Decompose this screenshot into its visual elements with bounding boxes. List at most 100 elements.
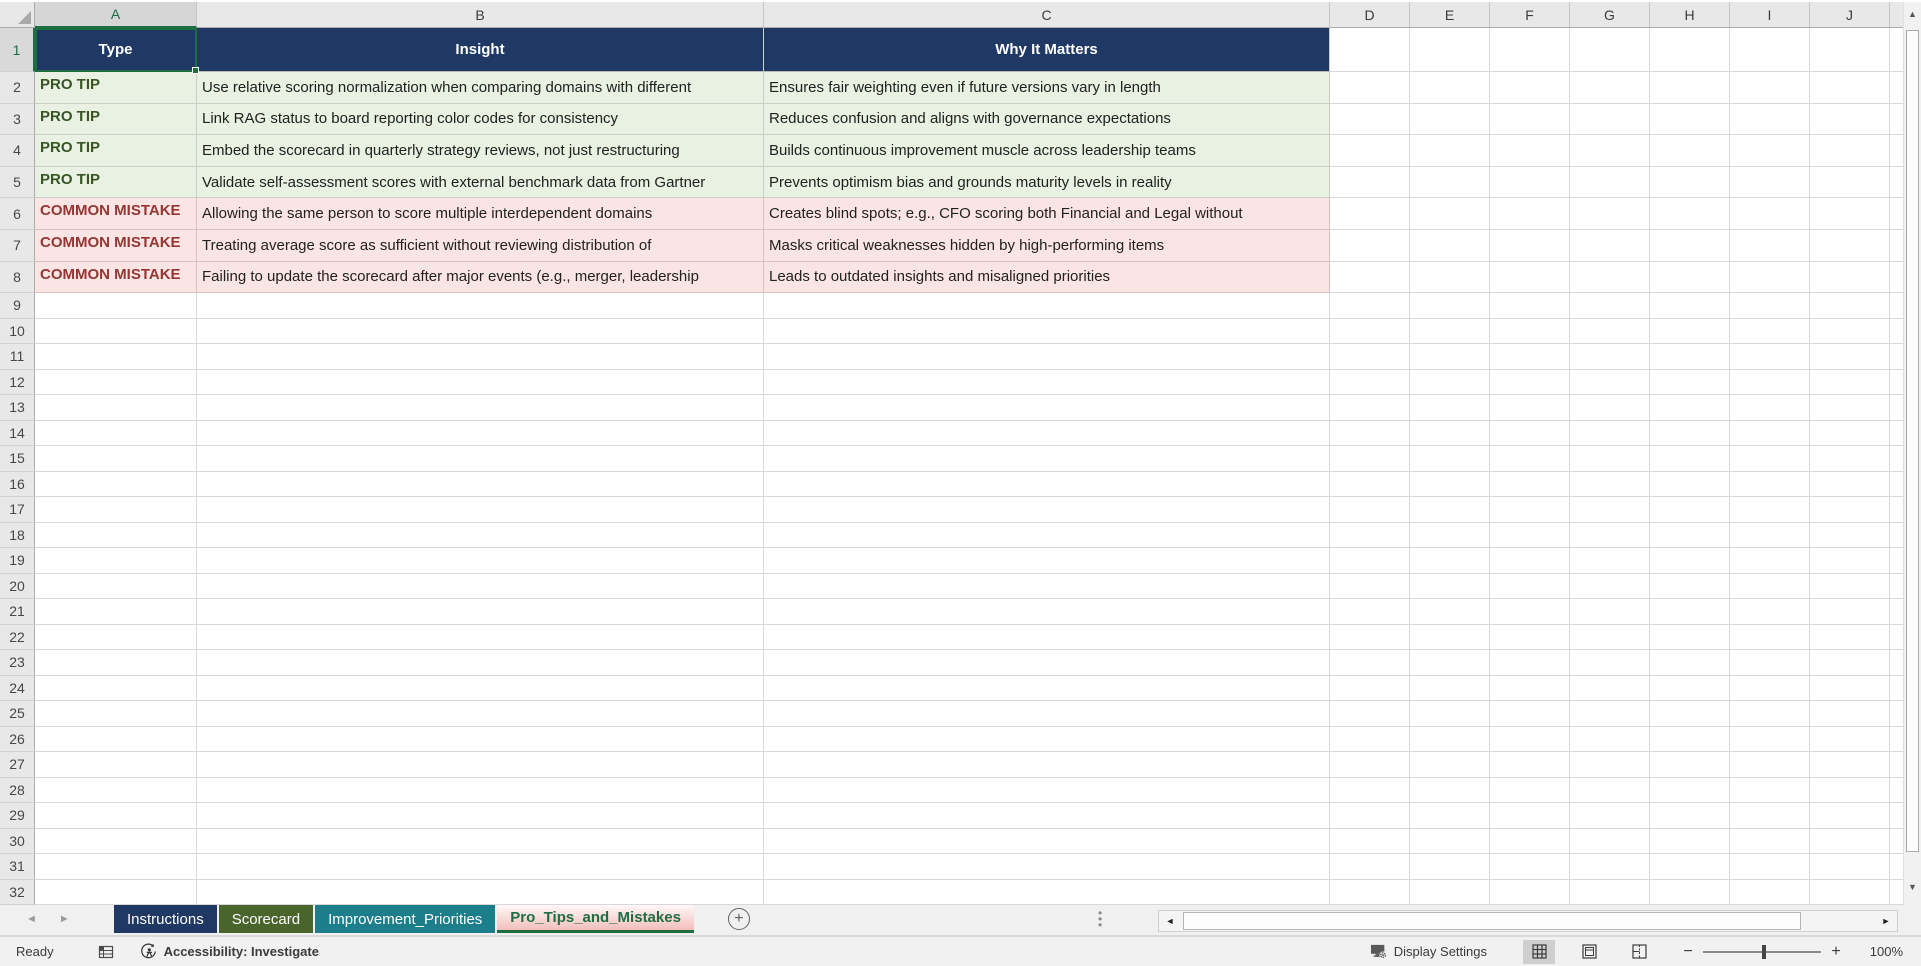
cell-A21[interactable] [35,599,197,625]
cell-G20[interactable] [1570,573,1650,600]
cell-H19[interactable] [1650,548,1730,574]
cell-I29[interactable] [1730,803,1810,829]
cell-I16[interactable] [1730,471,1810,498]
cell-B32[interactable] [197,879,764,905]
scrollbar-resize-grip[interactable]: • • • [1098,907,1102,931]
cell-B16[interactable] [197,471,764,498]
cell-E31[interactable] [1410,854,1490,880]
cell-D13[interactable] [1330,395,1410,421]
row-header-15[interactable]: 15 [0,446,35,472]
cell-H3[interactable] [1650,103,1730,136]
cell-G19[interactable] [1570,548,1650,574]
cell-B31[interactable] [197,854,764,880]
cell-I27[interactable] [1730,752,1810,778]
cell-A26[interactable] [35,726,197,753]
cell-G16[interactable] [1570,471,1650,498]
cell-C4[interactable]: Builds continuous improvement muscle acr… [764,135,1330,167]
cell-C5[interactable]: Prevents optimism bias and grounds matur… [764,166,1330,199]
cell-D10[interactable] [1330,318,1410,345]
cell-J13[interactable] [1810,395,1890,421]
sheet-tab-instructions[interactable]: Instructions [114,905,217,933]
cell-A20[interactable] [35,573,197,600]
cell-A16[interactable] [35,471,197,498]
cell-E18[interactable] [1410,522,1490,549]
row-header-28[interactable]: 28 [0,777,35,804]
cell-F27[interactable] [1490,752,1570,778]
cell-H10[interactable] [1650,318,1730,345]
cell-J18[interactable] [1810,522,1890,549]
cell-J2[interactable] [1810,72,1890,104]
cell-A32[interactable] [35,879,197,905]
cell-F15[interactable] [1490,446,1570,472]
tab-scroll-left-icon[interactable]: ◄ [26,913,37,925]
cell-B7[interactable]: Treating average score as sufficient wit… [197,229,764,262]
row-header-2[interactable]: 2 [0,72,35,104]
cell-C3[interactable]: Reduces confusion and aligns with govern… [764,103,1330,136]
cell-D14[interactable] [1330,420,1410,447]
page-break-view-button[interactable] [1623,940,1655,964]
cell-A9[interactable] [35,293,197,319]
cell-E29[interactable] [1410,803,1490,829]
cell-D18[interactable] [1330,522,1410,549]
cell-E9[interactable] [1410,293,1490,319]
cell-B9[interactable] [197,293,764,319]
row-header-22[interactable]: 22 [0,624,35,651]
cell-A11[interactable] [35,344,197,370]
cell-A19[interactable] [35,548,197,574]
cell-F16[interactable] [1490,471,1570,498]
cell-H27[interactable] [1650,752,1730,778]
cell-I28[interactable] [1730,777,1810,804]
cell-C2[interactable]: Ensures fair weighting even if future ve… [764,72,1330,104]
cell-B21[interactable] [197,599,764,625]
cell-C22[interactable] [764,624,1330,651]
cell-F28[interactable] [1490,777,1570,804]
cell-H21[interactable] [1650,599,1730,625]
cell-F32[interactable] [1490,879,1570,905]
row-header-10[interactable]: 10 [0,318,35,345]
column-header-H[interactable]: H [1650,2,1730,28]
row-header-25[interactable]: 25 [0,701,35,727]
cell-I22[interactable] [1730,624,1810,651]
cell-G27[interactable] [1570,752,1650,778]
cell-D3[interactable] [1330,103,1410,136]
cell-F10[interactable] [1490,318,1570,345]
cell-E19[interactable] [1410,548,1490,574]
cell-A17[interactable] [35,497,197,523]
cell-G9[interactable] [1570,293,1650,319]
cell-F11[interactable] [1490,344,1570,370]
row-header-16[interactable]: 16 [0,471,35,498]
cell-I24[interactable] [1730,675,1810,702]
cell-I14[interactable] [1730,420,1810,447]
cell-D21[interactable] [1330,599,1410,625]
cell-F25[interactable] [1490,701,1570,727]
cell-E7[interactable] [1410,229,1490,262]
row-header-1[interactable]: 1 [0,28,35,72]
cell-I2[interactable] [1730,72,1810,104]
cell-I11[interactable] [1730,344,1810,370]
cell-D25[interactable] [1330,701,1410,727]
cell-E22[interactable] [1410,624,1490,651]
row-header-18[interactable]: 18 [0,522,35,549]
cell-B23[interactable] [197,650,764,676]
cell-F4[interactable] [1490,135,1570,167]
cell-C24[interactable] [764,675,1330,702]
sheet-tab-pro-tips-and-mistakes[interactable]: Pro_Tips_and_Mistakes [497,905,694,933]
cell-B6[interactable]: Allowing the same person to score multip… [197,198,764,230]
cell-F19[interactable] [1490,548,1570,574]
tab-scroll-right-icon[interactable]: ► [59,913,70,925]
cell-E4[interactable] [1410,135,1490,167]
cell-B15[interactable] [197,446,764,472]
cell-F22[interactable] [1490,624,1570,651]
cell-D23[interactable] [1330,650,1410,676]
cell-I10[interactable] [1730,318,1810,345]
column-header-F[interactable]: F [1490,2,1570,28]
cell-F5[interactable] [1490,166,1570,199]
cell-H14[interactable] [1650,420,1730,447]
cell-J4[interactable] [1810,135,1890,167]
row-header-12[interactable]: 12 [0,369,35,396]
cell-H11[interactable] [1650,344,1730,370]
cell-I4[interactable] [1730,135,1810,167]
cell-G8[interactable] [1570,261,1650,294]
cell-C27[interactable] [764,752,1330,778]
cell-F26[interactable] [1490,726,1570,753]
